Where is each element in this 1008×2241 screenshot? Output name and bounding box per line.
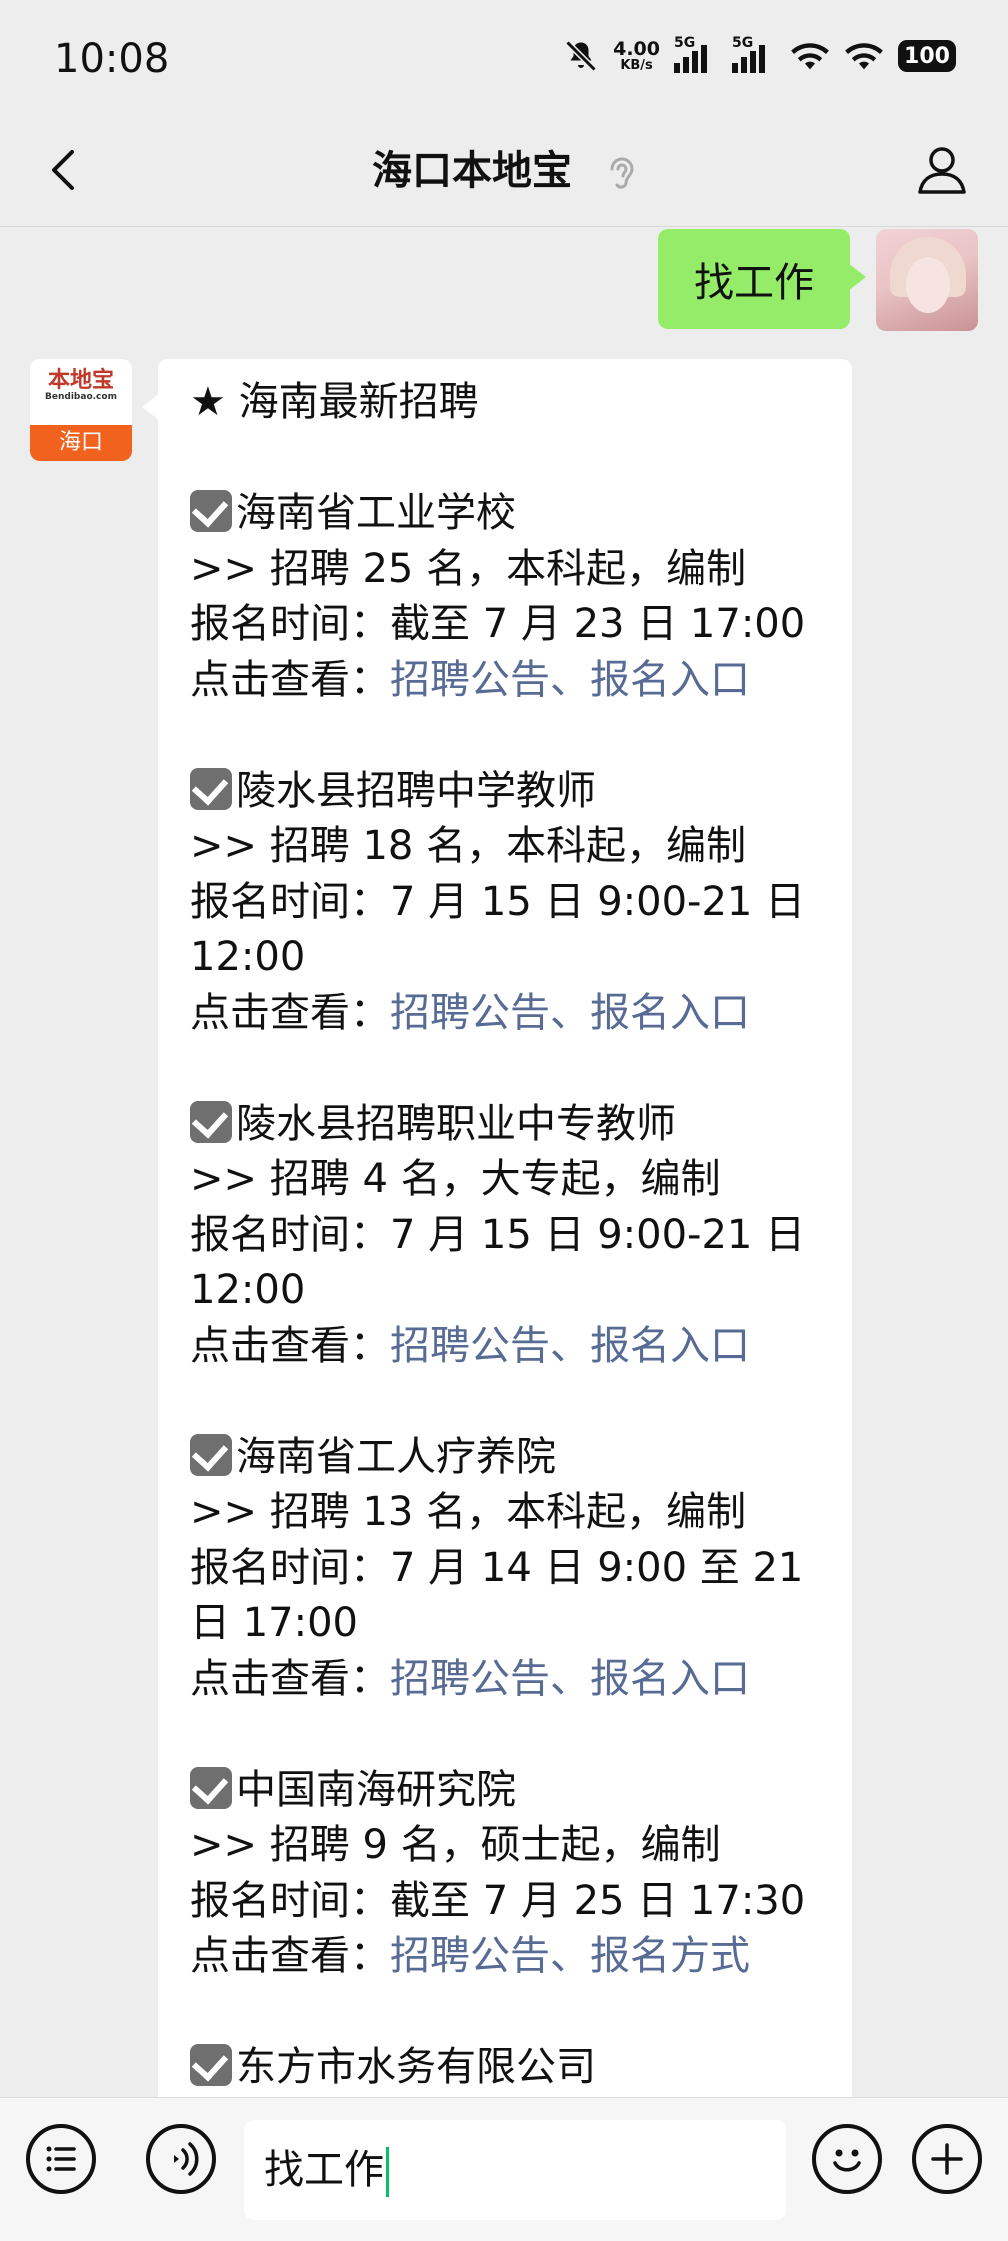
header-title-wrap: 海口本地宝: [0, 138, 1008, 196]
job-detail: >> 招聘 18 名，本科起，编制: [190, 823, 747, 869]
signal-sim2-icon: 5G: [732, 35, 776, 73]
mute-icon: [565, 40, 597, 72]
view-label: 点击查看：: [190, 1655, 390, 1702]
view-label: 点击查看：: [190, 1322, 390, 1369]
page-title: 海口本地宝: [372, 148, 573, 194]
check-icon: [190, 767, 232, 810]
job-name: 海南省工业学校: [236, 490, 516, 536]
check-icon: [190, 1100, 232, 1143]
check-icon: [190, 2044, 232, 2086]
job-time: 报名时间：7 月 15 日 9:00-21 日 12:00: [190, 1211, 806, 1314]
job-detail: >> 招聘 9 名，硕士起，编制: [190, 1822, 721, 1868]
job-entry: 陵水县招聘职业中专教师 >> 招聘 4 名，大专起，编制 报名时间：7 月 15…: [190, 1097, 822, 1375]
job-time: 报名时间：7 月 14 日 9:00 至 21 日 17:00: [190, 1544, 804, 1647]
job-links[interactable]: 招聘公告、报名入口: [390, 990, 750, 1036]
job-detail: >> 招聘 4 名，大专起，编制: [190, 1156, 721, 1202]
my-avatar[interactable]: [876, 229, 978, 331]
wifi-6-icon: [791, 43, 829, 70]
message-input[interactable]: 找工作: [244, 2120, 786, 2220]
job-name: 海南省工人疗养院: [236, 1433, 556, 1480]
job-time: 报名时间：截至 7 月 23 日 17:00: [190, 601, 806, 647]
battery-icon: 100: [898, 40, 956, 72]
plus-icon[interactable]: [912, 2124, 982, 2194]
menu-list-icon[interactable]: [26, 2124, 96, 2194]
net-speed-value: 4.00: [613, 38, 660, 60]
input-bar: 找工作: [0, 2097, 1008, 2241]
job-links[interactable]: 招聘公告、报名方式: [390, 1933, 750, 1979]
job-links[interactable]: 招聘公告、报名入口: [390, 1323, 750, 1369]
chat-area[interactable]: 找工作 本地宝 Bendibao.com 海口 ★ 海南最新招聘 海南省工业学校…: [0, 227, 1008, 2097]
profile-icon[interactable]: [912, 140, 972, 200]
signal-sim1-icon: 5G: [674, 35, 718, 73]
view-label: 点击查看：: [190, 656, 390, 703]
message-input-value: 找工作: [264, 2147, 384, 2193]
net-speed-unit: KB/s: [620, 58, 653, 73]
job-name: 中国南海研究院: [236, 1766, 516, 1813]
job-time: 报名时间：截至 7 月 25 日 17:30: [190, 1877, 806, 1924]
bot-message-bubble[interactable]: ★ 海南最新招聘 海南省工业学校 >> 招聘 25 名，本科起，编制 报名时间：…: [142, 359, 852, 2097]
view-label: 点击查看：: [190, 1933, 390, 1979]
text-caret: [386, 2147, 389, 2197]
job-name: 东方市水务有限公司: [236, 2044, 596, 2090]
status-bar: 10:08 4.00 KB/s 5G 5G 100: [0, 0, 1008, 118]
logo-text: 本地宝: [47, 368, 114, 393]
my-message-bubble[interactable]: 找工作: [658, 229, 866, 329]
check-icon: [190, 490, 232, 532]
reply-heading: ★ 海南最新招聘: [190, 379, 479, 425]
job-links[interactable]: 招聘公告、报名入口: [390, 657, 750, 703]
view-label: 点击查看：: [190, 989, 390, 1036]
avatar-city: 海口: [30, 425, 132, 461]
job-entry: 陵水县招聘中学教师 >> 招聘 18 名，本科起，编制 报名时间：7 月 15 …: [190, 764, 822, 1042]
job-detail: >> 招聘 25 名，本科起，编制: [190, 545, 747, 592]
job-time: 报名时间：7 月 15 日 9:00-21 日 12:00: [190, 878, 806, 981]
bendibao-logo: 本地宝 Bendibao.com: [30, 359, 132, 425]
status-time: 10:08: [54, 36, 170, 82]
job-entry: 海南省工业学校 >> 招聘 25 名，本科起，编制 报名时间：截至 7 月 23…: [190, 486, 822, 708]
emoji-icon[interactable]: [812, 2124, 882, 2194]
ear-icon: [610, 157, 634, 189]
job-entry: 中国南海研究院 >> 招聘 9 名，硕士起，编制 报名时间：截至 7 月 25 …: [190, 1763, 822, 1985]
net-speed: 4.00 KB/s: [613, 38, 660, 73]
job-name: 陵水县招聘职业中专教师: [236, 1100, 676, 1147]
check-icon: [190, 1766, 232, 1809]
job-entry: 东方市水务有限公司: [190, 2040, 822, 2096]
job-name: 陵水县招聘中学教师: [236, 767, 596, 814]
job-detail: >> 招聘 13 名，本科起，编制: [190, 1489, 747, 1535]
sim2-label: 5G: [732, 35, 754, 51]
voice-icon[interactable]: [146, 2124, 216, 2194]
logo-sub: Bendibao.com: [45, 392, 117, 403]
bot-avatar[interactable]: 本地宝 Bendibao.com 海口: [30, 359, 132, 461]
chat-header: 海口本地宝: [0, 118, 1008, 227]
check-icon: [190, 1433, 232, 1476]
sim1-label: 5G: [674, 35, 696, 51]
wifi-icon: [845, 43, 883, 70]
job-entry: 海南省工人疗养院 >> 招聘 13 名，本科起，编制 报名时间：7 月 14 日…: [190, 1430, 822, 1708]
job-links[interactable]: 招聘公告、报名入口: [390, 1656, 750, 1702]
status-icons: 4.00 KB/s 5G 5G 100: [563, 35, 956, 74]
